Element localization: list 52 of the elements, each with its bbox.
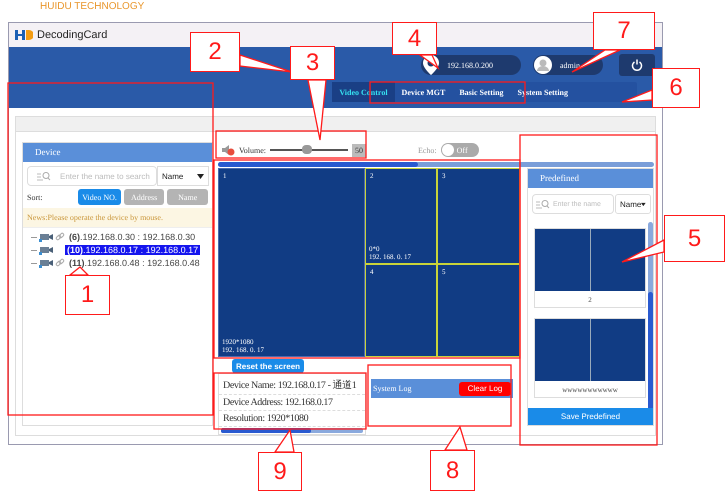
panel-title: Predefined [528, 169, 653, 188]
camera-icon [39, 245, 53, 255]
username: admin [560, 60, 580, 70]
power-button[interactable] [619, 54, 655, 76]
app-logo-icon [15, 29, 33, 41]
search-type-dropdown[interactable]: Name [157, 166, 209, 186]
dropdown-arrow-icon [641, 202, 646, 206]
panel-title: Device [23, 143, 212, 162]
callout-pointer [307, 79, 327, 141]
dropdown-arrow-icon [197, 174, 204, 178]
callout-pointer [621, 89, 653, 103]
window-title: DecodingCard [37, 29, 108, 41]
slider-thumb[interactable] [302, 145, 312, 154]
panel-title: System Log [373, 384, 412, 393]
save-predefined-button[interactable]: Save Predefined [528, 408, 653, 425]
scrollbar[interactable] [221, 428, 363, 433]
notice-text: News:Please operate the device by mouse. [23, 208, 212, 228]
device-info-row: Device Address: 192.168.0.17 [219, 395, 365, 411]
reset-screen-button[interactable]: Reset the screen [232, 359, 304, 373]
search-field[interactable]: Enter the name to search [27, 166, 157, 186]
camera-icon [39, 258, 53, 268]
callout-label: 6 [652, 68, 700, 108]
clear-log-button[interactable]: Clear Log [459, 382, 511, 396]
search-type-dropdown[interactable]: Name [615, 194, 651, 214]
sort-button[interactable]: Video NO. [78, 189, 121, 205]
speaker-muted-icon[interactable] [222, 144, 235, 156]
volume-value: 50 [352, 144, 366, 156]
company-name: HUIDU TECHNOLOGY [39, 0, 146, 13]
device-item[interactable]: (10).192.168.0.17 : 192.168.0.17 [65, 245, 200, 255]
camera-icon [39, 232, 53, 242]
device-info-row: Device Name: 192.168.0.17 - 通道1 [219, 376, 365, 395]
user-avatar-icon [534, 56, 552, 74]
callout-pointer [239, 54, 293, 73]
callout-label: 3 [290, 46, 335, 80]
callout-label: 2 [190, 32, 240, 72]
callout-label: 7 [593, 12, 655, 50]
sort-label: Sort: [27, 192, 44, 202]
device-item[interactable]: (11).192.168.0.48 : 192.168.0.48 [67, 258, 202, 268]
nav-tab[interactable]: Basic Setting [452, 82, 511, 102]
power-icon [631, 59, 643, 71]
search-icon [37, 171, 51, 181]
device-info-row: Resolution: 1920*1080 [219, 411, 365, 427]
ip-address: 192.168.0.200 [447, 60, 493, 70]
scrollbar[interactable] [648, 222, 653, 406]
user-display[interactable]: admin [533, 55, 603, 75]
callout-pointer [418, 54, 440, 70]
scrollbar[interactable] [218, 162, 654, 167]
device-item[interactable]: (6).192.168.0.30 : 192.168.0.30 [67, 232, 198, 242]
nav-tab[interactable]: Device MGT [394, 82, 452, 102]
volume-label: Volume: [239, 146, 266, 154]
echo-label: Echo: [418, 146, 437, 154]
search-icon [536, 199, 550, 209]
